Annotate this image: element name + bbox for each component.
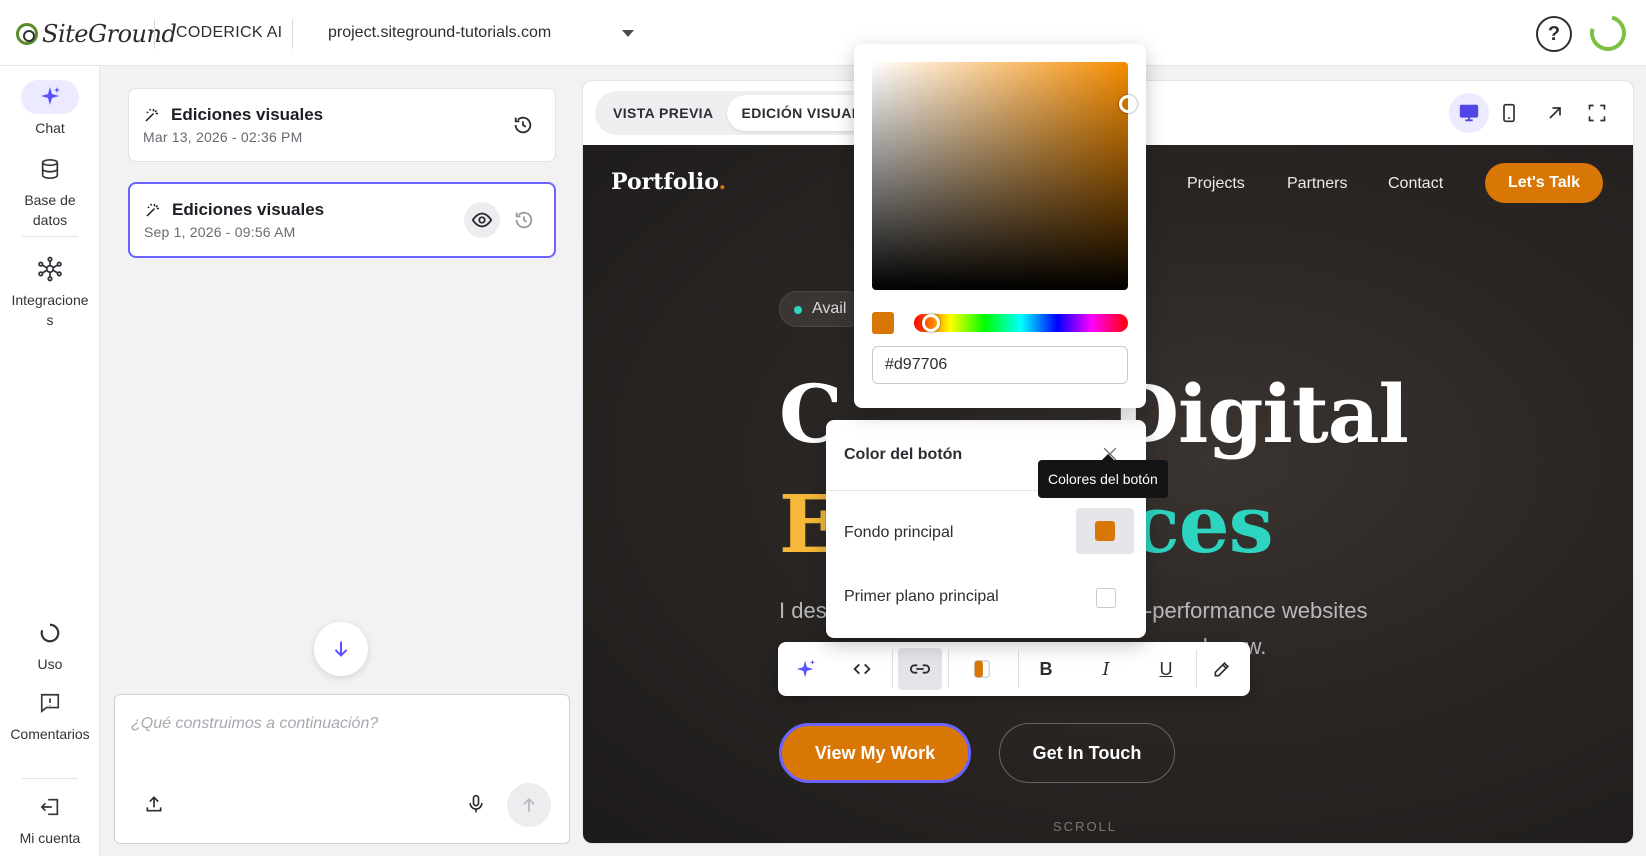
- database-icon: [21, 152, 79, 186]
- arrow-up-icon: [523, 797, 535, 812]
- scroll-down-button[interactable]: [314, 622, 368, 676]
- underline-button[interactable]: U: [1144, 648, 1188, 690]
- history-title: Ediciones visuales: [172, 200, 325, 219]
- scroll-hint: SCROLL: [1053, 819, 1118, 834]
- rail-label: Comentarios: [10, 726, 90, 742]
- nav-link-projects[interactable]: Projects: [1187, 175, 1245, 193]
- chevron-down-icon[interactable]: [622, 30, 634, 37]
- upload-icon[interactable]: [141, 791, 167, 817]
- composer: [114, 694, 570, 844]
- rail-item-account[interactable]: Mi cuenta: [0, 790, 100, 848]
- microphone-icon[interactable]: [463, 791, 489, 817]
- get-in-touch-button[interactable]: Get In Touch: [999, 723, 1175, 783]
- help-button[interactable]: ?: [1536, 16, 1572, 52]
- nav-link-contact[interactable]: Contact: [1388, 175, 1443, 193]
- history-card-selected[interactable]: Ediciones visuales Sep 1, 2026 - 09:56 A…: [128, 182, 556, 258]
- rail-divider: [22, 778, 78, 779]
- mode-tabs: VISTA PREVIA EDICIÓN VISUAL: [595, 91, 879, 135]
- mobile-view-icon[interactable]: [1489, 93, 1529, 133]
- chat-column: Ediciones visuales Mar 13, 2026 - 02:36 …: [100, 66, 582, 856]
- logout-icon: [21, 790, 79, 824]
- restore-icon[interactable]: [505, 107, 541, 143]
- divider: [292, 19, 293, 49]
- link-icon[interactable]: [898, 648, 942, 690]
- arrow-down-icon: [334, 641, 348, 657]
- tooltip: Colores del botón: [1038, 454, 1168, 498]
- code-icon[interactable]: [840, 648, 884, 690]
- portfolio-logo[interactable]: Portfolio.: [611, 169, 726, 195]
- button-color-popover: Color del botón Fondo principal Primer p…: [826, 420, 1146, 638]
- view-my-work-button[interactable]: View My Work: [779, 723, 971, 783]
- saturation-knob[interactable]: [1119, 95, 1137, 113]
- rail-label: Uso: [37, 656, 63, 672]
- saturation-value-area[interactable]: [872, 62, 1137, 290]
- usage-icon: [21, 616, 79, 650]
- ai-edit-icon[interactable]: [784, 648, 828, 690]
- primary-foreground-swatch[interactable]: [1096, 588, 1116, 608]
- history-date: Sep 1, 2026 - 09:56 AM: [144, 224, 296, 240]
- primary-background-swatch-button[interactable]: [1076, 508, 1134, 554]
- tab-preview[interactable]: VISTA PREVIA: [599, 95, 727, 131]
- history-card[interactable]: Ediciones visuales Mar 13, 2026 - 02:36 …: [128, 88, 556, 162]
- format-toolbar: B I U: [778, 642, 1250, 696]
- left-rail: Chat Base de datos Integraciones Uso Com…: [0, 66, 100, 856]
- rail-item-usage[interactable]: Uso: [0, 616, 100, 674]
- rail-label: Mi cuenta: [19, 830, 81, 846]
- toolbar-divider: [1196, 650, 1197, 688]
- siteground-logo-icon: [16, 23, 38, 45]
- rail-divider: [22, 236, 78, 237]
- rail-label: Integraciones: [11, 292, 89, 328]
- account-status-icon[interactable]: [1583, 8, 1633, 58]
- fullscreen-icon[interactable]: [1577, 93, 1617, 133]
- rail-label: Chat: [35, 120, 65, 136]
- send-button[interactable]: [507, 783, 551, 827]
- logo-text: SiteGround: [42, 20, 177, 48]
- toolbar-divider: [1018, 650, 1019, 688]
- rail-item-comments[interactable]: Comentarios: [0, 686, 100, 744]
- primary-background-label: Fondo principal: [844, 524, 954, 541]
- hue-slider[interactable]: [914, 314, 1128, 332]
- site-selector[interactable]: project.siteground-tutorials.com: [328, 24, 551, 42]
- primary-foreground-label: Primer plano principal: [844, 588, 999, 605]
- rail-item-chat[interactable]: Chat: [0, 80, 100, 138]
- color-fill-icon[interactable]: [960, 648, 1004, 690]
- toolbar-divider: [892, 650, 893, 688]
- pencil-icon[interactable]: [1200, 648, 1244, 690]
- lets-talk-button[interactable]: Let's Talk: [1485, 163, 1603, 203]
- open-external-icon[interactable]: [1535, 93, 1575, 133]
- divider: [154, 19, 155, 49]
- color-picker: [854, 44, 1146, 408]
- sparkle-icon: [21, 80, 79, 114]
- integrations-icon: [21, 252, 79, 286]
- tab-visual-edit[interactable]: EDICIÓN VISUAL: [727, 95, 875, 131]
- toolbar-divider: [948, 650, 949, 688]
- current-color-swatch: [872, 312, 894, 334]
- availability-badge: Avail: [779, 291, 866, 327]
- italic-button[interactable]: I: [1084, 648, 1128, 690]
- top-bar: SiteGround CODERICK AI project.sitegroun…: [0, 0, 1646, 66]
- primary-background-swatch: [1095, 521, 1115, 541]
- comment-icon: [21, 686, 79, 720]
- history-date: Mar 13, 2026 - 02:36 PM: [143, 129, 303, 145]
- hex-color-input[interactable]: [872, 346, 1128, 384]
- desktop-view-icon[interactable]: [1449, 93, 1489, 133]
- rail-label: Base de datos: [24, 192, 76, 228]
- hue-slider-knob[interactable]: [921, 314, 940, 332]
- siteground-logo[interactable]: SiteGround: [16, 18, 177, 50]
- product-name: CODERICK AI: [176, 24, 283, 41]
- bold-button[interactable]: B: [1024, 648, 1068, 690]
- restore-icon[interactable]: [506, 202, 542, 238]
- magic-wand-icon: [143, 106, 161, 129]
- prompt-input[interactable]: [131, 715, 551, 733]
- rail-item-integrations[interactable]: Integraciones: [0, 252, 100, 330]
- magic-wand-icon: [144, 201, 162, 224]
- question-mark-icon: ?: [1547, 22, 1561, 45]
- popover-title: Color del botón: [844, 446, 963, 463]
- nav-link-partners[interactable]: Partners: [1287, 175, 1347, 193]
- rail-item-database[interactable]: Base de datos: [0, 152, 100, 230]
- eye-icon[interactable]: [464, 202, 500, 238]
- history-title: Ediciones visuales: [171, 105, 324, 124]
